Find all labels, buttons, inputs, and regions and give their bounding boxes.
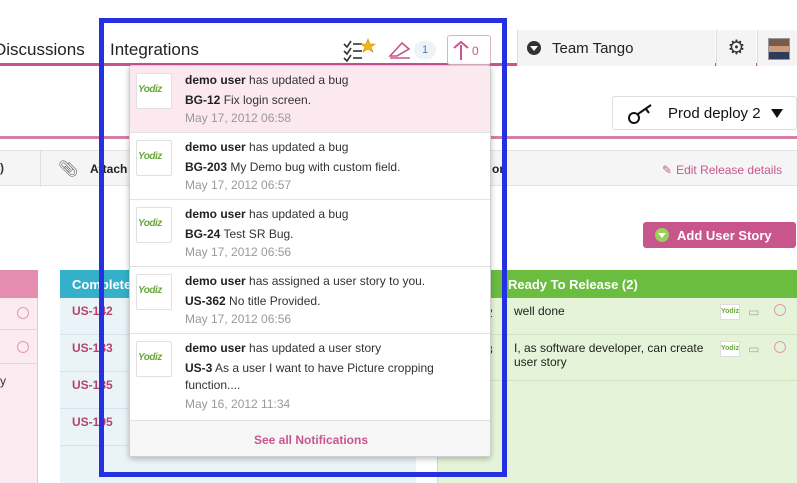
team-name: Team Tango [552, 40, 634, 57]
toolbar-fragment: ) [0, 161, 4, 175]
owner-logo-icon: Yodiz [720, 341, 740, 357]
comment-icon[interactable]: ▭ [748, 342, 759, 356]
pencil-icon: ✎ [662, 163, 673, 177]
menu-circle-icon[interactable] [774, 341, 786, 353]
comment-icon[interactable]: ▭ [748, 305, 759, 319]
gear-icon[interactable]: ⚙ [716, 30, 756, 66]
nav-discussions[interactable]: Discussions [0, 40, 85, 60]
release-name: Prod deploy 2 [668, 105, 761, 122]
toolbar-separator [40, 151, 41, 187]
user-photo [768, 38, 790, 60]
partial-text: y [0, 374, 6, 388]
app-window: Discussions Integrations 1 0 Team Tango [0, 0, 797, 483]
edit-release-label: Edit Release details [676, 163, 783, 177]
edit-release-link[interactable]: ✎ Edit Release details [662, 163, 782, 177]
dropdown-arrow-icon [771, 109, 783, 118]
chevron-down-icon [527, 41, 541, 55]
avatar[interactable] [757, 30, 797, 66]
list-item[interactable] [0, 332, 38, 364]
story-title[interactable]: well done [514, 304, 714, 318]
release-selector[interactable]: Prod deploy 2 [612, 96, 797, 130]
add-user-story-label: Add User Story [677, 228, 772, 243]
owner-logo-icon: Yodiz [720, 304, 740, 320]
team-selector[interactable]: Team Tango [517, 30, 715, 66]
paperclip-icon[interactable]: 📎︎ [58, 159, 78, 179]
menu-circle-icon[interactable] [17, 341, 29, 353]
add-user-story-button[interactable]: Add User Story [643, 222, 796, 248]
menu-circle-icon[interactable] [17, 307, 29, 319]
dropdown-circle-icon [655, 228, 669, 242]
menu-circle-icon[interactable] [774, 304, 786, 316]
column-header [0, 270, 38, 298]
list-item[interactable] [0, 298, 38, 330]
kanban-column-partial: y [0, 270, 38, 483]
story-title[interactable]: I, as software developer, can create use… [514, 341, 714, 369]
key-icon [628, 104, 652, 124]
highlight-frame [99, 18, 507, 477]
